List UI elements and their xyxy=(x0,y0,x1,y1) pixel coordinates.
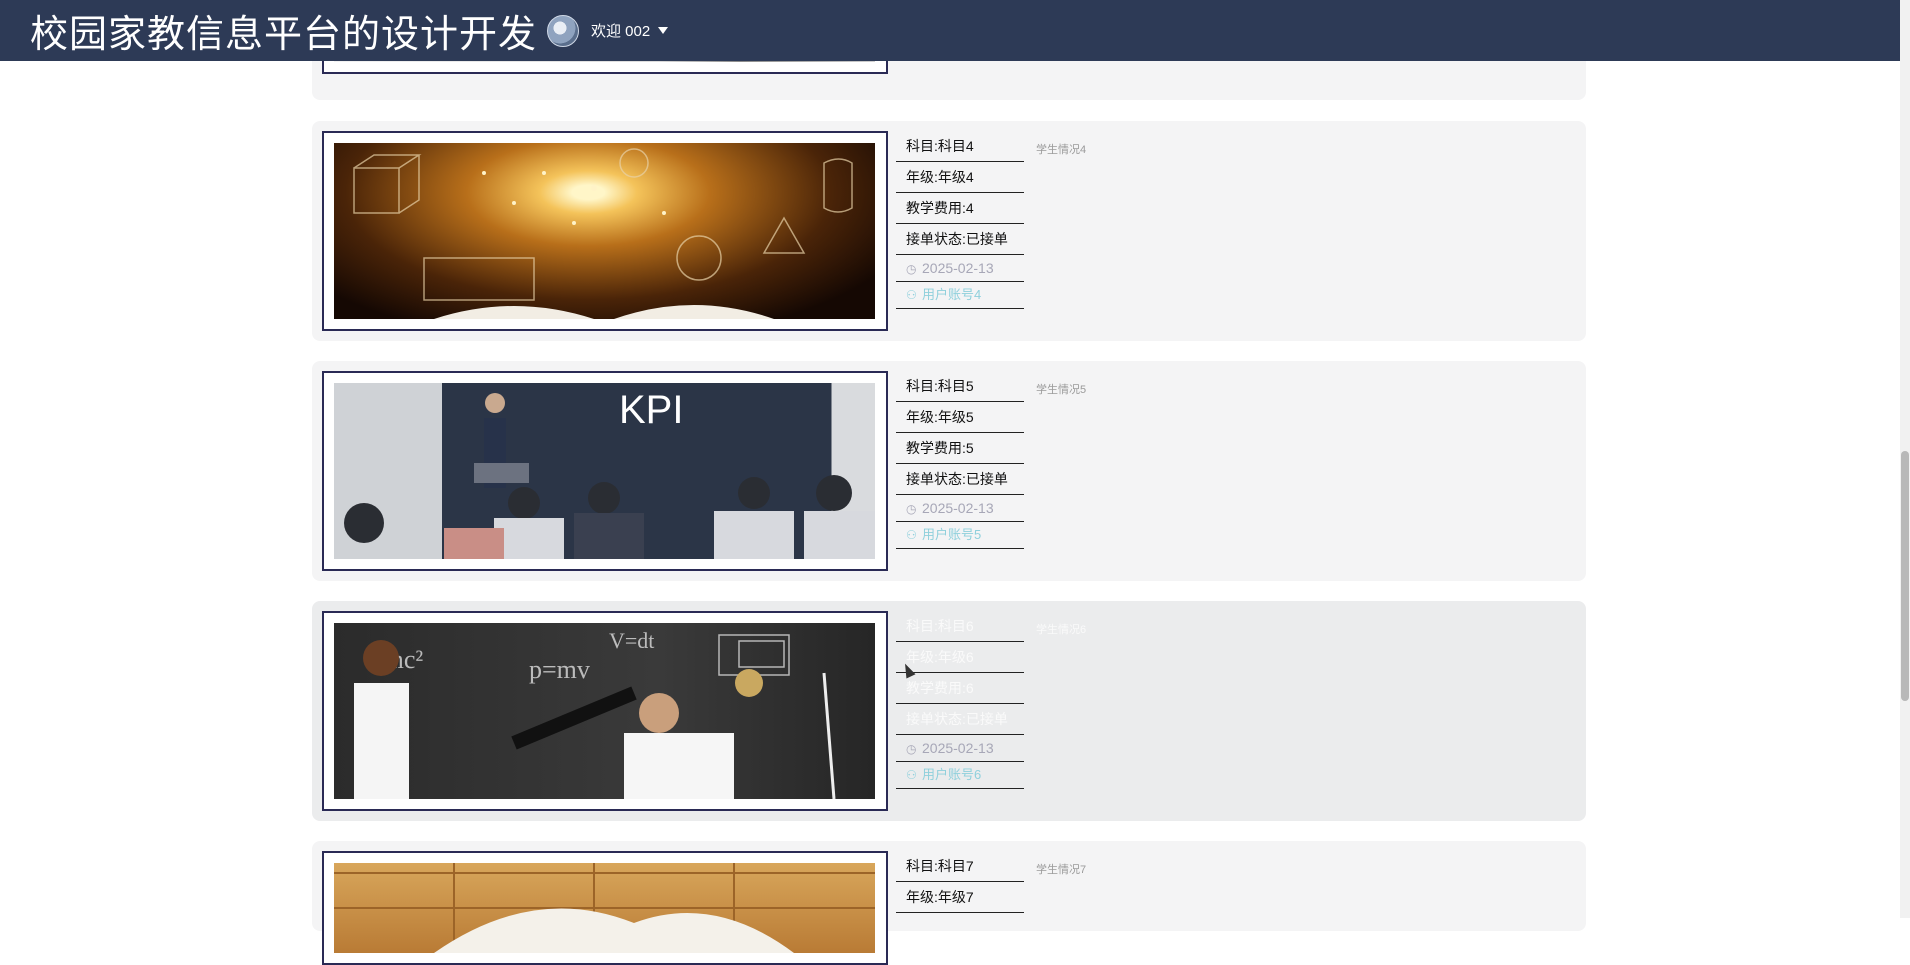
card-info: 科目:科目7 年级:年级7 xyxy=(896,851,1024,913)
date-field: ◷ 2025-02-13 xyxy=(896,495,1024,522)
card-image[interactable] xyxy=(334,863,875,953)
card-info: 科目:科目6 年级:年级6 教学费用:6 接单状态:已接单 ◷ 2025-02-1… xyxy=(896,611,1024,789)
user-field[interactable]: ⚇ 用户账号6 xyxy=(896,762,1024,789)
scrollbar[interactable] xyxy=(1900,0,1910,918)
classroom-illustration: KPI xyxy=(344,388,875,559)
listing-card[interactable]: =mc² p=mv V=dt 科目:科目6 年级:年级6 教学费用:6 接单状态… xyxy=(312,601,1586,821)
physics-illustration: =mc² p=mv V=dt xyxy=(354,628,836,799)
card-image-frame[interactable] xyxy=(322,131,888,331)
user-field[interactable]: ⚇ 用户账号4 xyxy=(896,282,1024,309)
card-image-frame[interactable]: =mc² p=mv V=dt xyxy=(322,611,888,811)
avatar[interactable] xyxy=(547,14,580,47)
subject-field: 科目:科目4 xyxy=(896,131,1024,162)
fee-field: 教学费用:4 xyxy=(896,193,1024,224)
date-text: 2025-02-13 xyxy=(922,260,994,276)
clock-icon: ◷ xyxy=(906,262,917,276)
book-illustration xyxy=(334,863,875,953)
subject-field: 科目:科目7 xyxy=(896,851,1024,882)
user-icon: ⚇ xyxy=(906,768,917,782)
user-icon: ⚇ xyxy=(906,288,917,302)
user-icon: ⚇ xyxy=(906,528,917,542)
math-illustration xyxy=(353,148,853,319)
date-text: 2025-02-13 xyxy=(922,500,994,516)
clock-icon: ◷ xyxy=(906,502,917,516)
clock-icon: ◷ xyxy=(906,742,917,756)
listing-card[interactable]: KPI 科目:科目5 年级:年级5 教学费用:5 接单状态:已接单 ◷ 2025-… xyxy=(312,361,1586,581)
student-situation: 学生情况7 xyxy=(1036,864,1087,876)
svg-text:V=dt: V=dt xyxy=(609,628,654,653)
card-info: 科目:科目5 年级:年级5 教学费用:5 接单状态:已接单 ◷ 2025-02-1… xyxy=(896,371,1024,549)
card-info: 科目:科目4 年级:年级4 教学费用:4 接单状态:已接单 ◷ 2025-02-1… xyxy=(896,131,1024,309)
subject-field: 科目:科目6 xyxy=(896,611,1024,642)
user-field[interactable]: ⚇ 用户账号5 xyxy=(896,522,1024,549)
student-situation: 学生情况6 xyxy=(1036,624,1087,636)
subject-field: 科目:科目5 xyxy=(896,371,1024,402)
status-field: 接单状态:已接单 xyxy=(896,464,1024,495)
status-field: 接单状态:已接单 xyxy=(896,704,1024,735)
grade-field: 年级:年级6 xyxy=(896,642,1024,673)
welcome-user-menu[interactable]: 欢迎 002 xyxy=(591,20,650,41)
grade-field: 年级:年级4 xyxy=(896,162,1024,193)
student-situation: 学生情况4 xyxy=(1036,144,1087,156)
user-account-link[interactable]: 用户账号4 xyxy=(922,287,981,302)
grade-field: 年级:年级7 xyxy=(896,882,1024,913)
fee-field: 教学费用:5 xyxy=(896,433,1024,464)
app-title: 校园家教信息平台的设计开发 xyxy=(30,14,538,56)
card-image-frame[interactable] xyxy=(322,851,888,965)
date-field: ◷ 2025-02-13 xyxy=(896,735,1024,762)
caret-down-icon[interactable] xyxy=(658,27,669,34)
user-account-link[interactable]: 用户账号5 xyxy=(922,527,981,542)
card-image[interactable]: =mc² p=mv V=dt xyxy=(334,623,875,799)
date-text: 2025-02-13 xyxy=(922,740,994,756)
svg-text:KPI: KPI xyxy=(619,388,683,432)
user-account-link[interactable]: 用户账号6 xyxy=(922,767,981,782)
card-image[interactable] xyxy=(334,143,875,319)
scrollbar-thumb[interactable] xyxy=(1901,451,1909,701)
grade-field: 年级:年级5 xyxy=(896,402,1024,433)
student-situation: 学生情况5 xyxy=(1036,384,1087,396)
svg-text:p=mv: p=mv xyxy=(529,655,590,684)
date-field: ◷ 2025-02-13 xyxy=(896,255,1024,282)
card-image-frame[interactable]: KPI xyxy=(322,371,888,571)
listing-card[interactable]: 科目:科目4 年级:年级4 教学费用:4 接单状态:已接单 ◷ 2025-02-1… xyxy=(312,121,1586,341)
fee-field: 教学费用:6 xyxy=(896,673,1024,704)
card-image[interactable]: KPI xyxy=(334,383,875,559)
status-field: 接单状态:已接单 xyxy=(896,224,1024,255)
top-navbar: 校园家教信息平台的设计开发 欢迎 002 xyxy=(0,0,1900,61)
